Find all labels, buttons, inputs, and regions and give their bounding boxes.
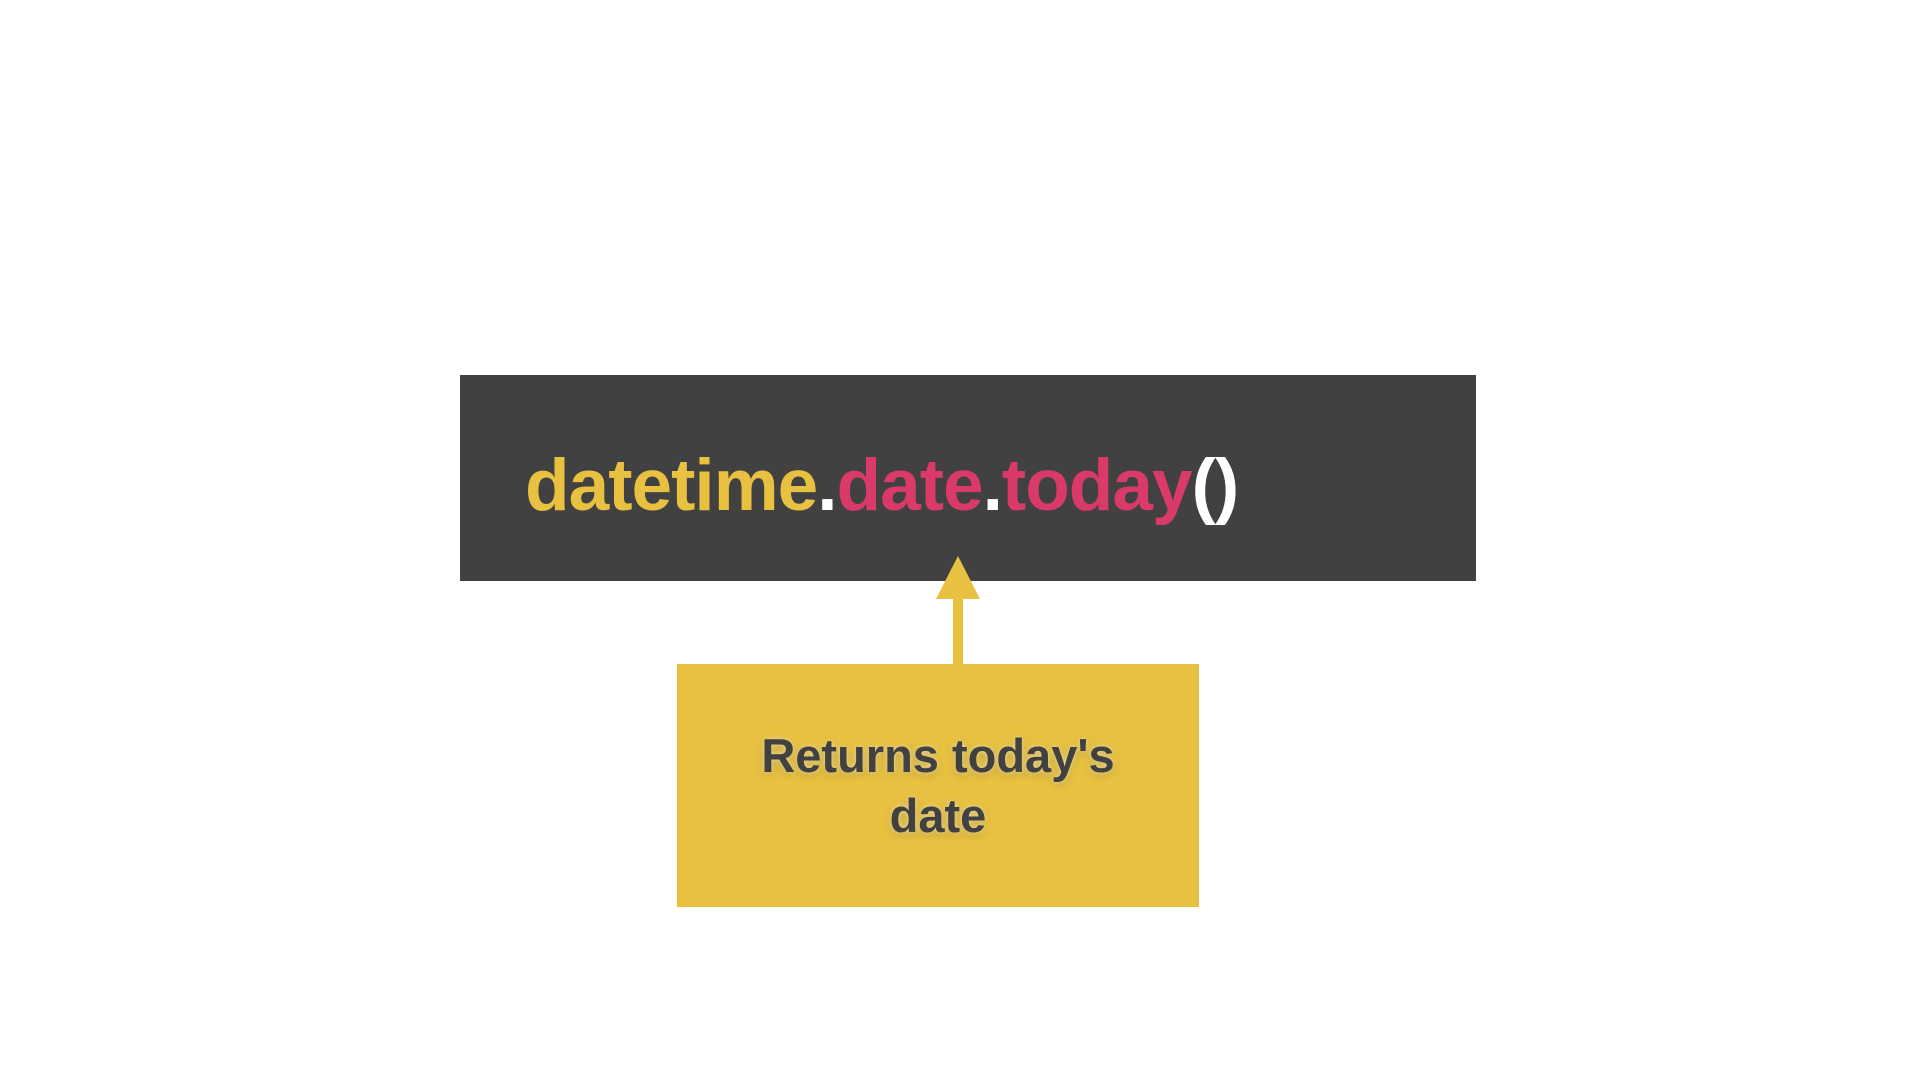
dot-separator: . <box>817 445 837 526</box>
annotation-text: Returns today's date <box>761 728 1115 842</box>
code-expression: datetime.date.today() <box>525 444 1240 528</box>
arrow-head <box>936 556 980 599</box>
call-parentheses: () <box>1191 445 1240 526</box>
method-token: today <box>1001 445 1193 526</box>
slide: datetime.date.today() Returns today's da… <box>0 0 1920 1080</box>
arrow-shaft <box>953 596 963 664</box>
class-token: date <box>836 445 984 526</box>
module-token: datetime <box>525 445 818 526</box>
arrow-up-icon <box>936 556 980 664</box>
dot-separator: . <box>982 445 1003 526</box>
code-block: datetime.date.today() <box>460 375 1476 581</box>
annotation-box: Returns today's date <box>677 664 1199 907</box>
